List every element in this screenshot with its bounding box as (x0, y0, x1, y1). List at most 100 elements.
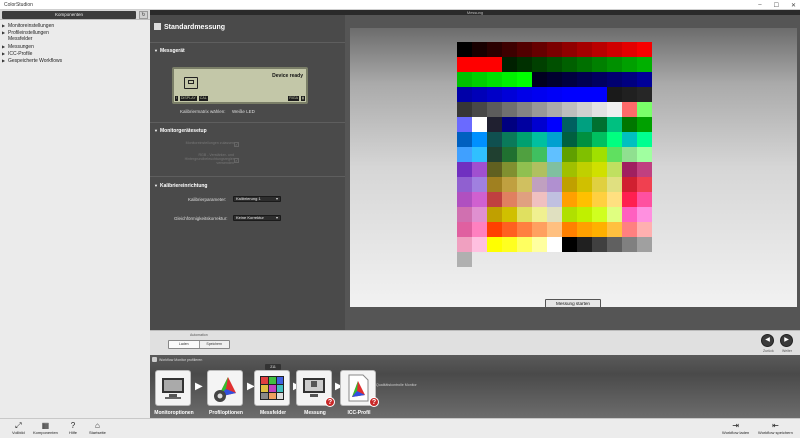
color-patch (532, 237, 547, 252)
color-patch (457, 57, 472, 72)
monitor-opt-1-checkbox[interactable]: ✓ (234, 142, 239, 147)
sidebar-item[interactable]: Messfelder (2, 36, 148, 43)
main-area: Messung Standardmessung ▼ Messgerät Devic… (150, 10, 800, 330)
color-patch (502, 237, 517, 252)
help-button[interactable]: ? Hilfe (69, 421, 77, 435)
save-button[interactable]: Speichern (200, 341, 230, 348)
color-patch (472, 162, 487, 177)
start-measurement-button[interactable]: Messung starten (545, 299, 601, 308)
automation-segmented: Laden Speichern (168, 340, 230, 349)
load-workflow-button[interactable]: ⇥ Workflow laden (722, 421, 749, 435)
components-icon: ▦ (41, 421, 50, 430)
uniformity-dropdown[interactable]: Keine Korrektur ▾ (233, 215, 281, 221)
patch-count: 211 (265, 364, 281, 370)
sidebar-item[interactable]: ▶ Profileinstellungen (2, 29, 148, 36)
color-patch (562, 237, 577, 252)
next-icon[interactable]: ▶ (780, 334, 793, 347)
color-patch (592, 237, 607, 252)
back-label: Zurück (763, 349, 774, 353)
color-patch (472, 147, 487, 162)
color-patch (562, 57, 577, 72)
color-patch (637, 87, 652, 102)
monitor-opt-2-checkbox[interactable]: ✓ (234, 158, 239, 163)
step-icc-profil[interactable]: ? ICC-Profil (340, 370, 379, 416)
color-patch (502, 57, 517, 72)
color-patch (472, 102, 487, 117)
load-button[interactable]: Laden (169, 341, 200, 348)
color-patch (637, 42, 652, 57)
bottom-toolbar: ⤢ Vollbild ▦ Komponenten ? Hilfe ⌂ Startseit… (0, 418, 800, 438)
sidebar-item[interactable]: ▶ Gespeicherte Workflows (2, 57, 148, 64)
color-patch (637, 102, 652, 117)
section-calibration-title: Kalibriereinrichtung (159, 183, 208, 189)
fullscreen-button[interactable]: ⤢ Vollbild (12, 421, 25, 435)
minimize-icon[interactable]: – (758, 2, 761, 8)
color-patch (517, 87, 532, 102)
step-profiloptionen[interactable]: Profiloptionen (207, 370, 243, 416)
color-patch (457, 87, 472, 102)
back-icon[interactable]: ◀ (761, 334, 774, 347)
save-workflow-button[interactable]: ⇤ Workflow speichern (758, 421, 793, 435)
settings-panel: Standardmessung ▼ Messgerät Device ready … (150, 15, 345, 330)
color-patch (502, 42, 517, 57)
color-patch (577, 57, 592, 72)
sidebar-item[interactable]: ▶ Monitoreinstellungen (2, 22, 148, 29)
home-icon: ⌂ (95, 421, 100, 430)
color-patch (547, 72, 562, 87)
components-button[interactable]: ▦ Komponenten (33, 421, 58, 435)
color-patch (607, 192, 622, 207)
lcd-display-button[interactable]: DISPLAY (179, 95, 197, 101)
color-patch (562, 117, 577, 132)
color-patch (547, 177, 562, 192)
color-patch (502, 117, 517, 132)
title-bar: ColorStudion – ☐ ✕ (0, 0, 800, 10)
close-icon[interactable]: ✕ (791, 2, 796, 9)
section-calibration[interactable]: ▼ Kalibriereinrichtung (154, 183, 349, 189)
color-patch (487, 237, 502, 252)
step-messfelder[interactable]: 211 Messfelder (254, 364, 290, 416)
device-status: Device ready (272, 73, 303, 79)
color-patch (562, 87, 577, 102)
sidebar-item[interactable]: ▶ ICC-Profile (2, 50, 148, 57)
color-patch (517, 117, 532, 132)
uniformity-label: Gleichförmigkeitskorrektur: (174, 216, 228, 221)
color-patch (622, 117, 637, 132)
color-patch (637, 132, 652, 147)
color-patch (502, 147, 517, 162)
color-patch (577, 147, 592, 162)
matrix-value[interactable]: Weiße LED (232, 109, 255, 114)
color-patch (577, 177, 592, 192)
step-monitoroptionen[interactable]: Monitoroptionen (154, 370, 194, 416)
color-patch (487, 192, 502, 207)
refresh-icon[interactable]: ↻ (139, 11, 148, 19)
components-label: Komponenten (33, 430, 58, 435)
save-workflow-label: Workflow speichern (758, 430, 793, 435)
color-patch (457, 207, 472, 222)
step-label: ICC-Profil (347, 410, 371, 416)
sidebar-item[interactable]: ▶ Messungen (2, 43, 148, 50)
color-patch (502, 222, 517, 237)
color-patch (637, 207, 652, 222)
color-patch (547, 117, 562, 132)
color-patch (577, 72, 592, 87)
monitor-options-icon (162, 378, 184, 399)
tab-komponenten[interactable]: Komponenten (2, 11, 136, 19)
section-monitor[interactable]: ▼ Monitorgerätesetup (154, 128, 349, 134)
lcd-info-button[interactable]: i (175, 95, 178, 101)
step-messung[interactable]: ? Messung (296, 370, 335, 416)
lcd-riga-button[interactable]: RIGA (288, 95, 300, 101)
next-label: Weiter (782, 349, 793, 353)
sidebar-item-label: Messfelder (8, 36, 33, 42)
window-controls: – ☐ ✕ (758, 0, 796, 10)
color-patch (457, 132, 472, 147)
home-button[interactable]: ⌂ Startseite (89, 421, 106, 435)
cal-param-dropdown[interactable]: Kalibrierung 1 ▾ (233, 196, 281, 202)
maximize-icon[interactable]: ☐ (774, 2, 779, 9)
color-patch (637, 237, 652, 252)
color-patch (622, 102, 637, 117)
lcd-cal-button[interactable]: CAL (198, 95, 208, 101)
color-patch (547, 162, 562, 177)
quality-control-label: Qualitätskontrolle Monitor (376, 383, 417, 387)
color-patch (472, 207, 487, 222)
section-device[interactable]: ▼ Messgerät (154, 48, 349, 54)
